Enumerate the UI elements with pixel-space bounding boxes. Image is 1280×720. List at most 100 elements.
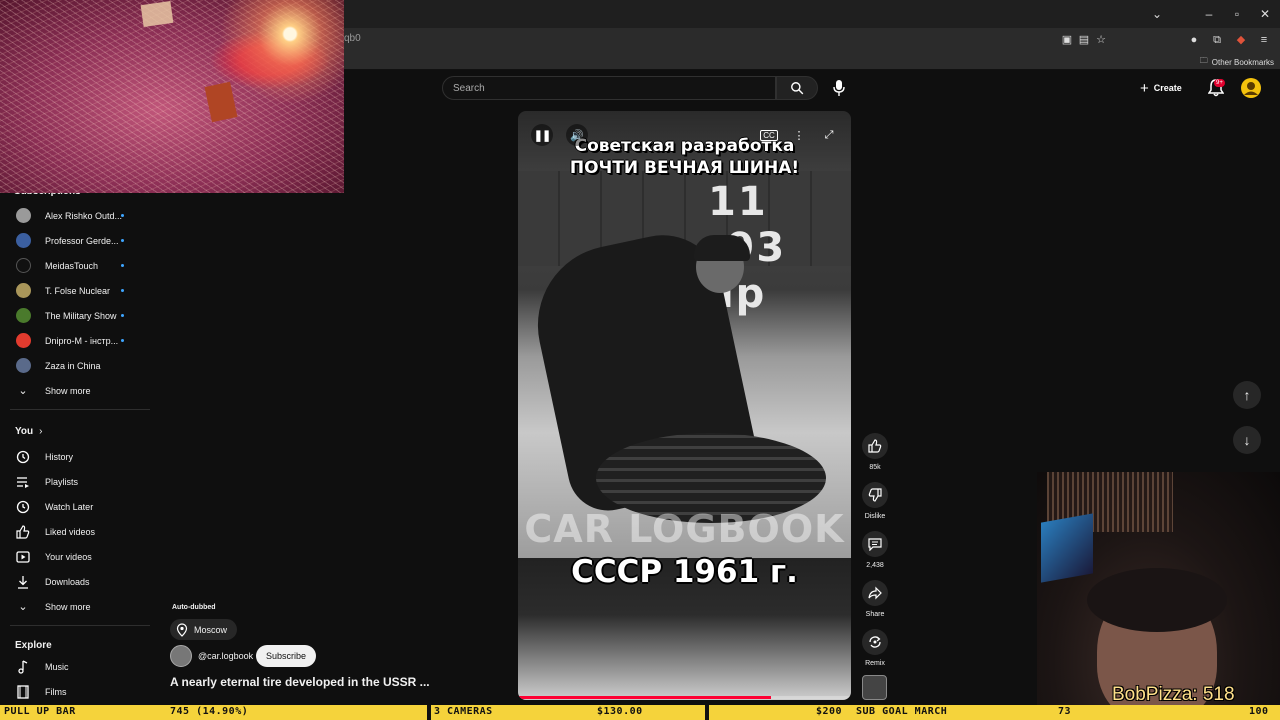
new-content-dot: [121, 314, 124, 317]
volume-button[interactable]: 🔊: [566, 124, 588, 146]
share-action[interactable]: Share: [862, 580, 888, 618]
picture-in-picture-icon[interactable]: ▣: [1060, 33, 1074, 47]
location-chip[interactable]: Moscow: [170, 619, 238, 640]
show-more-you[interactable]: ⌄ Show more: [0, 594, 150, 619]
remix-action[interactable]: Remix: [862, 629, 888, 667]
progress-bar[interactable]: [518, 696, 851, 699]
channel-name: Zaza in China: [45, 360, 101, 371]
plus-icon: +: [1140, 79, 1149, 97]
you-section-title[interactable]: You ›: [15, 426, 43, 437]
sidebar-item-downloads[interactable]: Downloads: [0, 569, 150, 594]
sidebar-label: Your videos: [45, 551, 92, 562]
channel-avatar: [15, 233, 31, 248]
clock-icon: [16, 500, 30, 513]
comments-action[interactable]: 2,438: [862, 531, 888, 569]
search-button[interactable]: [776, 76, 818, 100]
channel-avatar: [15, 208, 31, 223]
extensions-puzzle-icon[interactable]: ⧉: [1210, 33, 1224, 47]
sidebar-item-films[interactable]: Films: [0, 679, 150, 704]
sidebar-item-liked-videos[interactable]: Liked videos: [0, 519, 150, 544]
location-pin-icon: [176, 622, 188, 637]
close-window-icon[interactable]: ✕: [1257, 6, 1273, 22]
profile-extension-icon[interactable]: ◆: [1234, 33, 1248, 47]
pause-button[interactable]: ❚❚: [531, 124, 553, 146]
thumbs-up-icon: [868, 439, 882, 453]
channel-avatar: [15, 258, 31, 273]
location-label: Moscow: [194, 624, 228, 635]
bookmark-star-icon[interactable]: ☆: [1094, 33, 1108, 47]
like-count: 85k: [869, 464, 881, 471]
comments-button[interactable]: [862, 531, 888, 557]
subscription-item[interactable]: MeidasTouch: [0, 253, 150, 278]
channel-name: MeidasTouch: [45, 260, 99, 271]
subscribe-button[interactable]: Subscribe: [256, 645, 317, 667]
sidebar-item-music[interactable]: Music: [0, 654, 150, 679]
download-icon: [18, 575, 28, 589]
webcam-overlay-top: [0, 0, 344, 193]
account-avatar[interactable]: [1241, 78, 1261, 98]
voice-search-button[interactable]: [826, 76, 852, 100]
sidebar-item-your-videos[interactable]: Your videos: [0, 544, 150, 569]
browser-menu-icon[interactable]: ≡: [1257, 33, 1271, 47]
like-button[interactable]: [862, 433, 888, 459]
fullscreen-button[interactable]: ⤢: [818, 124, 840, 146]
sidebar-item-watch-later[interactable]: Watch Later: [0, 494, 150, 519]
tab-list-icon[interactable]: ⌄: [1149, 6, 1165, 22]
channel-thumbnail-button[interactable]: [862, 675, 887, 700]
fullscreen-icon: ⤢: [824, 128, 834, 141]
chevron-down-icon: ⌄: [18, 601, 28, 613]
search-icon: [791, 82, 804, 95]
show-more-label: Show more: [45, 601, 91, 612]
video-title[interactable]: A nearly eternal tire developed in the U…: [170, 675, 430, 689]
create-button[interactable]: + Create: [1140, 78, 1182, 98]
share-button[interactable]: [862, 580, 888, 606]
subscription-item[interactable]: Professor Gerde...: [0, 228, 150, 253]
screen: ⌄ – ▫ ✕ qb0 ▣ ▤ ☆ ● ⧉ ◆ ≡ 🗀 Other Bookma…: [0, 0, 1280, 720]
maximize-icon[interactable]: ▫: [1229, 6, 1245, 22]
sidebar-item-playlists[interactable]: Playlists: [0, 469, 150, 494]
channel-name-link[interactable]: @car.logbook: [198, 651, 253, 661]
dislike-action[interactable]: Dislike: [862, 482, 888, 520]
subscription-item[interactable]: Alex Rishko Outd...: [0, 203, 150, 228]
dislike-label: Dislike: [864, 513, 886, 520]
other-bookmarks[interactable]: 🗀 Other Bookmarks: [1200, 55, 1274, 69]
subscription-item[interactable]: Zaza in China: [0, 353, 150, 378]
progress-fill: [518, 696, 772, 699]
ticker-text: $130.00: [597, 706, 643, 717]
sidebar-item-history[interactable]: History: [0, 444, 150, 469]
search-box: [442, 76, 776, 100]
minimize-icon[interactable]: –: [1201, 6, 1217, 22]
show-more-label: Show more: [45, 385, 91, 396]
like-action[interactable]: 85k: [862, 433, 888, 471]
show-more-subscriptions[interactable]: ⌄ Show more: [0, 378, 150, 403]
playlist-icon: [17, 476, 29, 488]
cast-icon[interactable]: ▤: [1077, 33, 1091, 47]
sidebar-label: Playlists: [45, 476, 79, 487]
auto-dubbed-label: Auto-dubbed: [172, 604, 216, 611]
subscription-item[interactable]: The Military Show: [0, 303, 150, 328]
previous-short-button[interactable]: ↑: [1233, 381, 1261, 409]
remix-button[interactable]: [862, 629, 888, 655]
extension-b-icon[interactable]: ●: [1187, 33, 1201, 47]
video-icon: [16, 550, 30, 563]
shorts-player[interactable]: 11 -93 яр Советская разработка ПОЧТИ ВЕЧ…: [518, 111, 851, 700]
folder-icon: 🗀: [1199, 56, 1208, 65]
ticker-text: 73: [1058, 706, 1072, 717]
caption-line-2: ПОЧТИ ВЕЧНАЯ ШИНА!: [569, 158, 800, 178]
subscription-item[interactable]: Dnipro-M - інстр...: [0, 328, 150, 353]
chevron-down-icon: ⌄: [18, 385, 28, 397]
remix-label: Remix: [865, 660, 885, 667]
video-caption-bottom: СССР 1961 г.: [571, 554, 798, 590]
url-text[interactable]: qb0: [344, 33, 361, 44]
search-input[interactable]: [443, 77, 775, 99]
channel-avatar[interactable]: [170, 645, 192, 667]
channel-avatar: [15, 358, 31, 373]
more-options-button[interactable]: ⋮: [788, 124, 810, 146]
channel-name: Dnipro-M - інстр...: [45, 335, 119, 346]
channel-name: T. Folse Nuclear: [45, 285, 111, 296]
captions-button[interactable]: CC: [758, 124, 780, 146]
subscription-item[interactable]: T. Folse Nuclear: [0, 278, 150, 303]
explore-title: Explore: [15, 640, 52, 651]
dislike-button[interactable]: [862, 482, 888, 508]
next-short-button[interactable]: ↓: [1233, 426, 1261, 454]
